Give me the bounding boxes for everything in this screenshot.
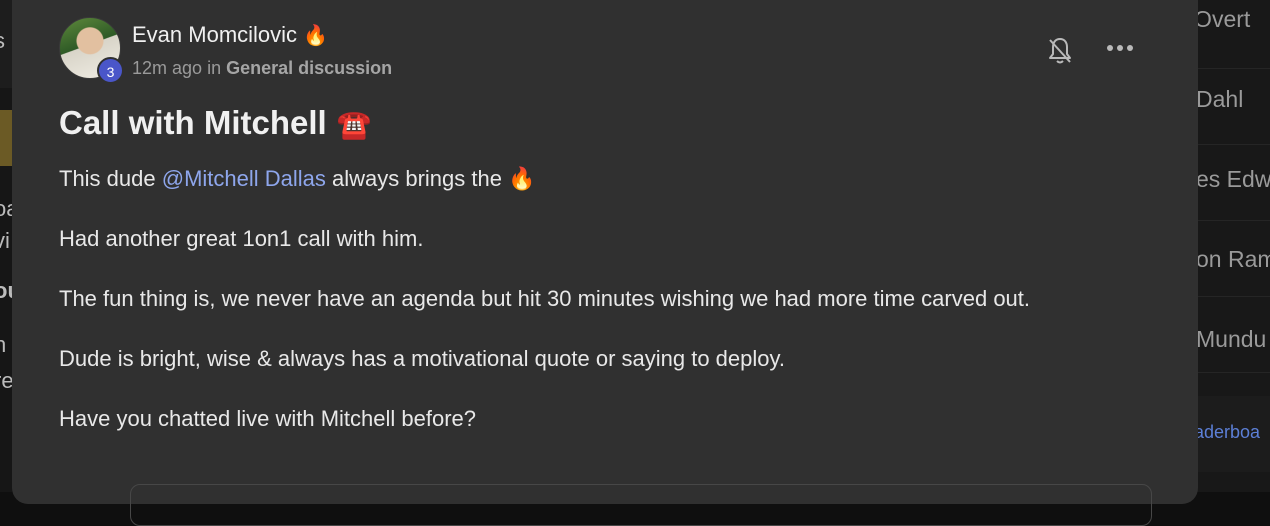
post-paragraph: Have you chatted live with Mitchell befo… (59, 406, 476, 431)
member-name-fragment: on Ram (1196, 246, 1270, 272)
post-title-text: Call with Mitchell (59, 104, 327, 141)
author-name-line: Evan Momcilovic 🔥 (132, 22, 328, 48)
user-mention[interactable]: @Mitchell Dallas (162, 166, 326, 191)
level-badge: 3 (97, 57, 124, 84)
author-avatar-wrap[interactable]: 3 (59, 17, 124, 84)
left-fragment: oa (0, 196, 12, 221)
post-meta: 12m ago in General discussion (132, 58, 392, 79)
post-paragraph: Had another great 1on1 call with him. (59, 226, 424, 251)
paragraph-text: always brings the (325, 166, 509, 191)
member-name-fragment: es Edwa (1196, 166, 1270, 192)
left-fragment: ou (0, 278, 12, 303)
left-fragment: h (0, 332, 7, 357)
in-word: in (207, 58, 222, 78)
post-title: Call with Mitchell ☎️ (59, 104, 372, 142)
left-fragment: re (0, 368, 12, 393)
fire-emoji: 🔥 (303, 25, 328, 47)
reply-input[interactable] (130, 484, 1152, 526)
post-paragraph: This dude @Mitchell Dallas always brings… (59, 166, 536, 192)
left-panel-sliver: s oa vi ou h re (0, 0, 12, 492)
left-highlight-band (0, 110, 12, 166)
member-name-fragment: Dahl (1196, 86, 1244, 112)
post-paragraph: Dude is bright, wise & always has a moti… (59, 346, 785, 371)
post-time: 12m ago (132, 58, 203, 78)
post-card: 3 Evan Momcilovic 🔥 12m ago in General di… (12, 0, 1198, 526)
left-fragment: s (0, 28, 5, 54)
author-name[interactable]: Evan Momcilovic (132, 22, 297, 47)
bell-icon[interactable] (1047, 36, 1073, 66)
telephone-emoji: ☎️ (336, 109, 372, 140)
left-fragment: vi (0, 228, 10, 253)
fire-emoji: 🔥 (508, 166, 536, 191)
member-name-fragment: Mundu (1196, 326, 1267, 352)
leaderboard-link[interactable]: aderboa (1194, 422, 1260, 443)
post-paragraph: The fun thing is, we never have an agend… (59, 286, 1031, 311)
paragraph-text: This dude (59, 166, 162, 191)
more-options-icon[interactable] (1106, 42, 1134, 54)
channel-link[interactable]: General discussion (226, 58, 392, 78)
